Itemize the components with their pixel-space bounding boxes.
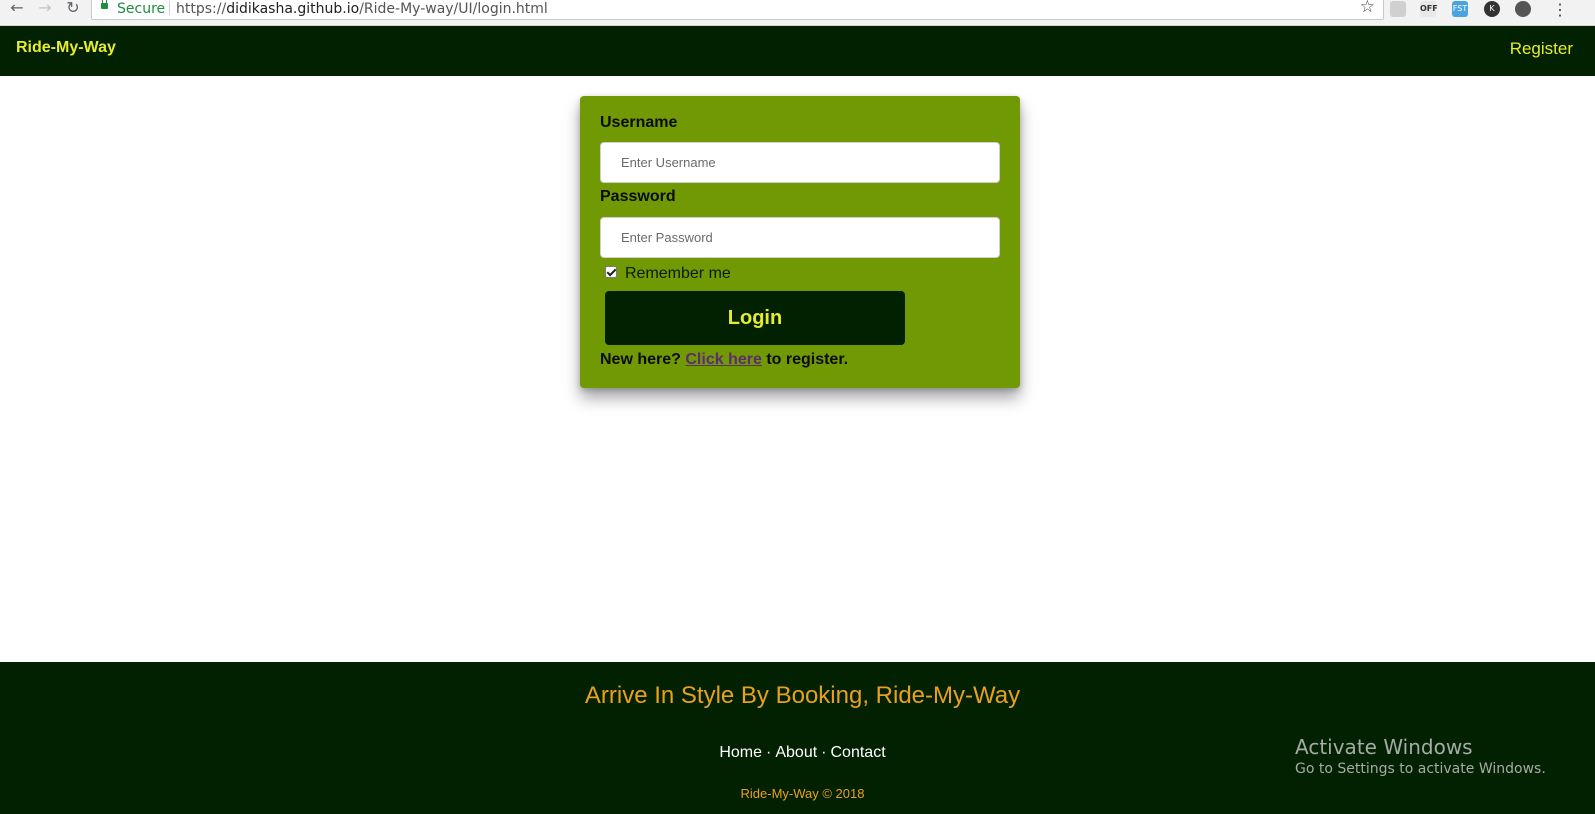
fst-extension-icon[interactable]: FST bbox=[1452, 1, 1468, 17]
remember-me-checkbox[interactable] bbox=[605, 266, 617, 278]
lock-icon bbox=[101, 0, 108, 9]
forward-arrow-icon[interactable]: → bbox=[36, 0, 54, 18]
footer-link-contact[interactable]: Contact bbox=[831, 744, 886, 761]
register-prompt: New here? Click here to register. bbox=[600, 351, 848, 369]
url-text[interactable]: https://didikasha.github.io/Ride-My-way/… bbox=[176, 1, 548, 17]
site-footer: Arrive In Style By Booking, Ride-My-Way … bbox=[0, 662, 1595, 814]
footer-link-about[interactable]: About bbox=[775, 744, 817, 761]
url-scheme: https:// bbox=[176, 1, 227, 17]
browser-menu-icon[interactable]: ⋮ bbox=[1552, 0, 1568, 20]
address-bar[interactable]: Secure https://didikasha.github.io/Ride-… bbox=[91, 0, 1384, 20]
url-host: didikasha.github.io bbox=[226, 1, 360, 17]
k-extension-icon[interactable]: K bbox=[1484, 1, 1500, 17]
username-input[interactable] bbox=[600, 142, 1000, 183]
watermark-subtitle: Go to Settings to activate Windows. bbox=[1295, 761, 1546, 777]
footer-separator: · bbox=[766, 744, 772, 761]
url-separator bbox=[169, 1, 170, 15]
back-arrow-icon[interactable]: ← bbox=[8, 0, 26, 18]
bookmark-star-icon[interactable]: ☆ bbox=[1360, 0, 1375, 17]
reload-icon[interactable]: ↻ bbox=[64, 0, 82, 18]
login-button[interactable]: Login bbox=[605, 291, 905, 345]
login-card: Username Password Remember me Login New … bbox=[580, 96, 1020, 388]
register-click-here-link[interactable]: Click here bbox=[685, 351, 761, 368]
off-extension-icon[interactable]: OFF bbox=[1420, 1, 1438, 17]
watermark-title: Activate Windows bbox=[1295, 735, 1473, 759]
site-navbar: Ride-My-Way Register bbox=[0, 26, 1595, 76]
brand-logo[interactable]: Ride-My-Way bbox=[16, 39, 116, 57]
footer-tagline: Arrive In Style By Booking, Ride-My-Way bbox=[584, 682, 1021, 709]
username-label: Username bbox=[600, 114, 678, 131]
remember-me-label[interactable]: Remember me bbox=[625, 265, 731, 283]
password-label: Password bbox=[600, 188, 676, 205]
register-suffix: to register. bbox=[766, 351, 849, 368]
register-prefix: New here? bbox=[600, 351, 681, 368]
password-input[interactable] bbox=[600, 217, 1000, 258]
footer-separator: · bbox=[821, 744, 827, 761]
nav-register-link[interactable]: Register bbox=[1510, 39, 1573, 59]
windows-activation-watermark: Activate Windows Go to Settings to activ… bbox=[1295, 735, 1546, 777]
settings-extension-icon[interactable] bbox=[1515, 1, 1531, 17]
android-extension-icon[interactable] bbox=[1390, 1, 1406, 17]
footer-link-home[interactable]: Home bbox=[719, 744, 762, 761]
secure-label: Secure bbox=[117, 1, 166, 17]
footer-copyright: Ride-My-Way © 2018 bbox=[740, 786, 865, 801]
url-path: /Ride-My-way/UI/login.html bbox=[359, 1, 548, 17]
browser-toolbar: ← → ↻ Secure https://didikasha.github.io… bbox=[0, 0, 1595, 26]
